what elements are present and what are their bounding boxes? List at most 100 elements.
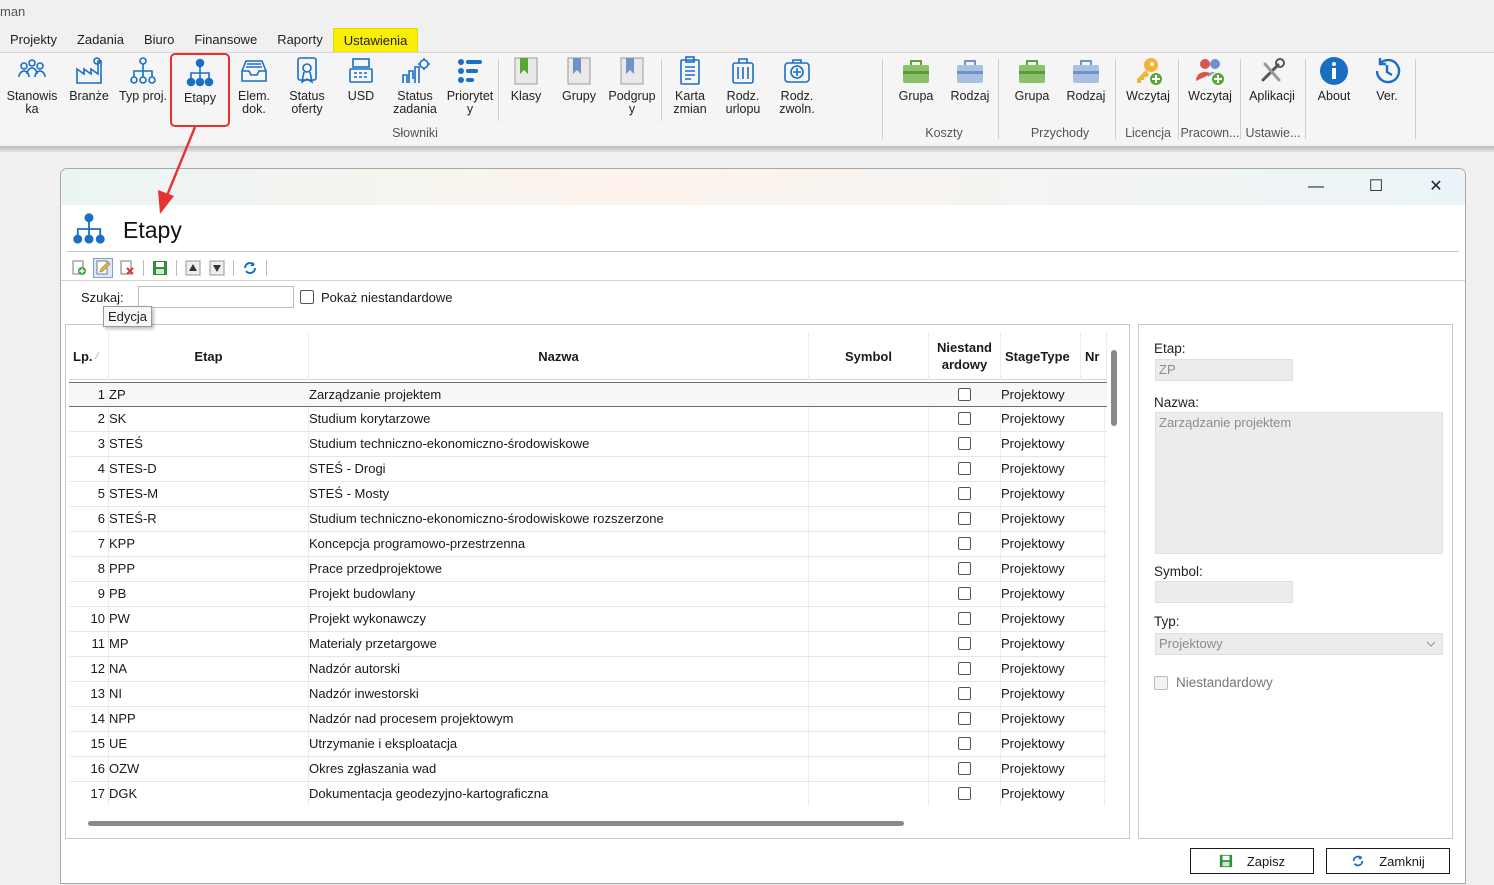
row-niestandardowy-checkbox[interactable] [958,662,971,675]
show-nonstandard-checkbox[interactable] [300,290,314,304]
edit-button[interactable] [93,258,113,278]
table-row[interactable]: 12 NA Nadzór autorski Projektowy [69,657,1107,682]
ribbon-elem-dok-button[interactable]: Elem. dok. [234,55,274,116]
row-niestandardowy-checkbox[interactable] [958,612,971,625]
table-row[interactable]: 13 NI Nadzór inwestorski Projektowy [69,682,1107,707]
column-header-lp[interactable]: Lp. ⁄ [69,332,109,380]
cell-lp: 5 [97,486,105,501]
table-row[interactable]: 11 MP Materialy przetargowe Projektowy [69,632,1107,657]
header-divider [67,251,1459,252]
column-header-nazwa[interactable]: Nazwa [309,332,809,380]
menu-item-ustawienia[interactable]: Ustawienia [332,28,419,52]
ribbon-separator [1305,59,1306,139]
ribbon-klasy-button[interactable]: Klasy [506,55,546,103]
ribbon-rodz-urlopu-button[interactable]: Rodz. urlopu [720,55,766,116]
row-niestandardowy-checkbox[interactable] [958,687,971,700]
ribbon-grupy-button[interactable]: Grupy [558,55,600,103]
menu-item-projekty[interactable]: Projekty [0,28,67,52]
column-header-symbol[interactable]: Symbol [809,332,929,380]
ribbon-rodz-zwoln-button[interactable]: Rodz. zwoln. [774,55,820,116]
ribbon-ver-button[interactable]: Ver. [1366,55,1408,103]
row-niestandardowy-checkbox[interactable] [958,537,971,550]
ribbon-status-zadania-button[interactable]: Status zadania [391,55,439,116]
search-input[interactable] [138,286,294,308]
column-header-niestandardowy[interactable]: Niestand ardowy [929,332,1001,380]
window-titlebar[interactable]: — ☐ ✕ [61,169,1465,205]
ribbon-koszty-grupa-button[interactable]: Grupa [893,55,939,103]
table-row[interactable]: 17 DGK Dokumentacja geodezyjno-kartografic… [69,782,1107,806]
table-row[interactable]: 3 STEŚ Studium techniczno-ekonomiczno-środ… [69,432,1107,457]
menu-item-finansowe[interactable]: Finansowe [184,28,267,52]
ribbon-branze-button[interactable]: Branże [66,55,112,103]
ribbon-label: Elem. dok. [238,89,270,116]
table-row[interactable]: 15 UE Utrzymanie i eksploatacja Projektowy [69,732,1107,757]
table-row[interactable]: 7 KPP Koncepcja programowo-przestrzenna Pro… [69,532,1107,557]
niestandardowy-checkbox[interactable] [1154,676,1168,690]
row-niestandardowy-checkbox[interactable] [958,412,971,425]
row-niestandardowy-checkbox[interactable] [958,437,971,450]
ribbon-stanowiska-button[interactable]: Stanowis ka [4,55,60,116]
row-niestandardowy-checkbox[interactable] [958,512,971,525]
table-row[interactable]: 2 SK Studium korytarzowe Projektowy [69,407,1107,432]
row-niestandardowy-checkbox[interactable] [958,462,971,475]
menu-item-biuro[interactable]: Biuro [134,28,184,52]
cell-etap: NI [109,686,122,701]
cell-symbol [813,657,925,681]
ribbon-priorytety-button[interactable]: Priorytet y [444,55,496,116]
menu-item-zadania[interactable]: Zadania [67,28,134,52]
row-niestandardowy-checkbox[interactable] [958,762,971,775]
row-niestandardowy-checkbox[interactable] [958,562,971,575]
nazwa-field[interactable]: Zarządzanie projektem [1155,412,1443,554]
add-button[interactable] [69,258,89,278]
minimize-button[interactable]: — [1293,175,1339,199]
typ-select[interactable]: Projektowy [1155,633,1443,655]
row-niestandardowy-checkbox[interactable] [958,637,971,650]
ribbon-podgrupy-button[interactable]: Podgrup y [606,55,658,116]
etap-field[interactable]: ZP [1155,359,1293,381]
row-niestandardowy-checkbox[interactable] [958,587,971,600]
ribbon-przychody-grupa-button[interactable]: Grupa [1009,55,1055,103]
move-down-button[interactable] [207,258,227,278]
row-niestandardowy-checkbox[interactable] [958,737,971,750]
close-window-button[interactable]: ✕ [1413,175,1459,199]
ribbon-usd-button[interactable]: USD [338,55,384,103]
ribbon-typ-proj-button[interactable]: Typ proj. [117,55,169,103]
table-row[interactable]: 4 STES-D STEŚ - Drogi Projektowy [69,457,1107,482]
ribbon-pracown-wczytaj-button[interactable]: Wczytaj [1184,55,1236,103]
symbol-field[interactable] [1155,581,1293,603]
save-button[interactable]: Zapisz [1190,848,1314,874]
table-row[interactable]: 16 OZW Okres zgłaszania wad Projektowy [69,757,1107,782]
table-row[interactable]: 8 PPP Prace przedprojektowe Projektowy [69,557,1107,582]
table-row[interactable]: 9 PB Projekt budowlany Projektowy [69,582,1107,607]
move-up-button[interactable] [183,258,203,278]
table-row[interactable]: 1 ZP Zarządzanie projektem Projektowy [69,382,1107,407]
table-row[interactable]: 6 STEŚ-R Studium techniczno-ekonomiczno-śr… [69,507,1107,532]
table-row[interactable]: 10 PW Projekt wykonawczy Projektowy [69,607,1107,632]
save-toolbar-button[interactable] [150,258,170,278]
ribbon-przychody-rodzaj-button[interactable]: Rodzaj [1063,55,1109,103]
column-header-etap[interactable]: Etap [109,332,309,380]
delete-button[interactable] [117,258,137,278]
vertical-scrollbar[interactable] [1111,350,1117,426]
column-header-nr[interactable]: Nr [1081,332,1107,380]
ribbon-licencja-wczytaj-button[interactable]: Wczytaj [1122,55,1174,103]
row-niestandardowy-checkbox[interactable] [958,388,971,401]
row-niestandardowy-checkbox[interactable] [958,712,971,725]
table-row[interactable]: 5 STES-M STEŚ - Mosty Projektowy [69,482,1107,507]
ribbon-status-oferty-button[interactable]: Status oferty [284,55,330,116]
ribbon-koszty-rodzaj-button[interactable]: Rodzaj [947,55,993,103]
ribbon-karta-zmian-button[interactable]: Karta zmian [667,55,713,116]
ribbon-about-button[interactable]: About [1311,55,1357,103]
refresh-button[interactable] [240,258,260,278]
ribbon-aplikacji-button[interactable]: Aplikacji [1245,55,1299,103]
table-row[interactable]: 14 NPP Nadzór nad procesem projektowym Proj… [69,707,1107,732]
menu-item-raporty[interactable]: Raporty [267,28,333,52]
horizontal-scrollbar[interactable] [88,821,904,826]
maximize-button[interactable]: ☐ [1353,175,1399,199]
row-niestandardowy-checkbox[interactable] [958,487,971,500]
ribbon-etapy-button[interactable]: Etapy [170,53,230,127]
close-button[interactable]: Zamknij [1326,848,1450,874]
column-header-stagetype[interactable]: StageType [1001,332,1081,380]
row-niestandardowy-checkbox[interactable] [958,787,971,800]
cell-etap: STEŚ [109,436,143,451]
